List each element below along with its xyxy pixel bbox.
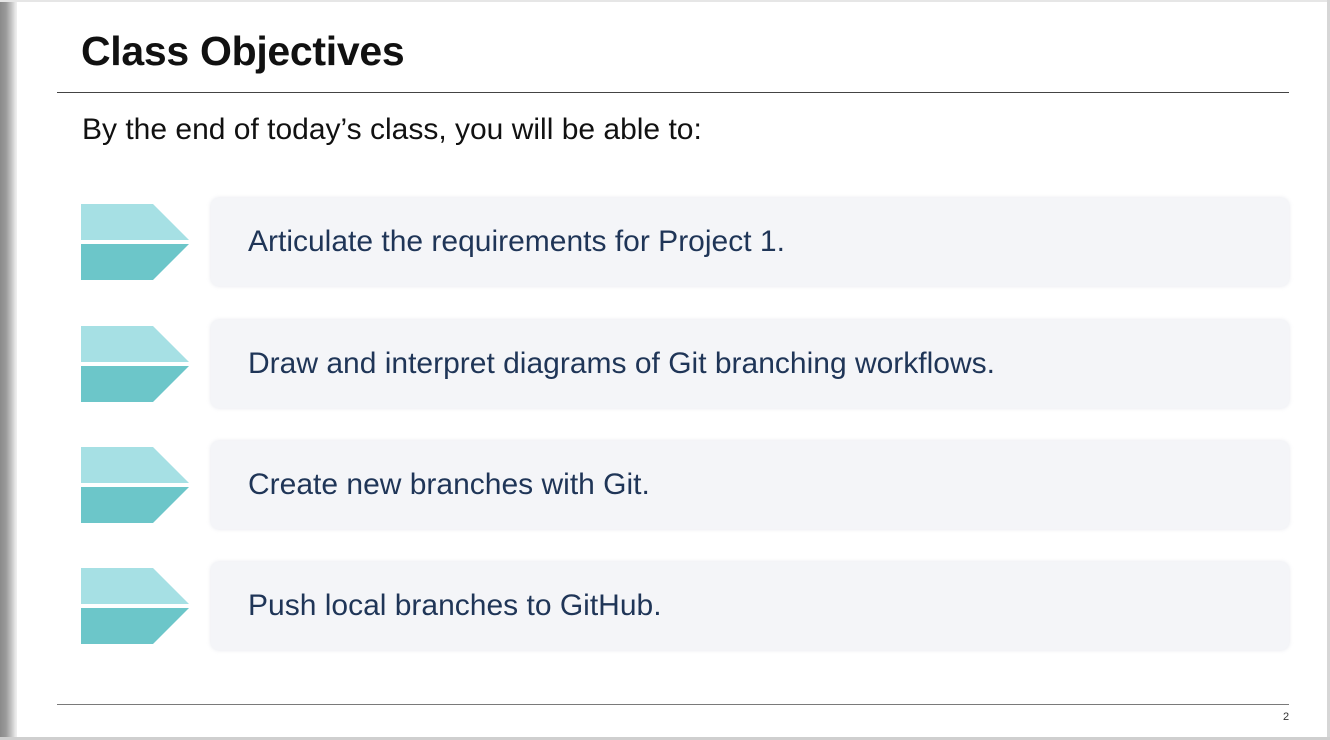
presentation-viewport: Class Objectives By the end of today’s c…	[0, 0, 1330, 740]
objective-card: Draw and interpret diagrams of Git branc…	[211, 320, 1289, 408]
objective-text: Articulate the requirements for Project …	[248, 225, 785, 258]
objective-text: Create new branches with Git.	[248, 468, 650, 501]
window-left-border	[0, 0, 17, 740]
objective-text: Draw and interpret diagrams of Git branc…	[248, 347, 995, 380]
slide-page-number: 2	[1283, 711, 1290, 723]
chevron-arrow-icon	[81, 204, 189, 280]
chevron-arrow-icon	[81, 326, 189, 402]
objective-item: Push local branches to GitHub.	[81, 562, 1291, 650]
objective-card: Create new branches with Git.	[211, 441, 1289, 529]
objective-item: Articulate the requirements for Project …	[81, 198, 1291, 286]
objectives-list: Articulate the requirements for Project …	[17, 2, 1327, 737]
chevron-arrow-icon	[81, 568, 189, 644]
objective-card: Articulate the requirements for Project …	[211, 198, 1289, 286]
slide: Class Objectives By the end of today’s c…	[17, 2, 1327, 737]
objective-item: Create new branches with Git.	[81, 441, 1291, 529]
objective-card: Push local branches to GitHub.	[211, 562, 1289, 650]
objective-item: Draw and interpret diagrams of Git branc…	[81, 320, 1291, 408]
chevron-arrow-icon	[81, 447, 189, 523]
objective-text: Push local branches to GitHub.	[248, 589, 662, 622]
footer-divider	[57, 704, 1289, 705]
